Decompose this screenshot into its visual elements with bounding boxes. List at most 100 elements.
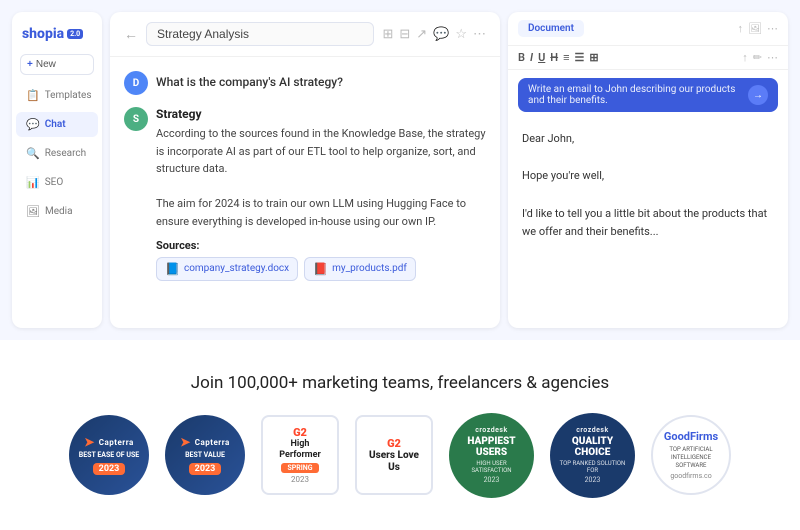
answer-title: Strategy	[156, 107, 486, 121]
bottom-section: Join 100,000+ marketing teams, freelance…	[0, 340, 800, 530]
badge-goodfirms: GoodFirms TOP ARTIFICIAL INTELLIGENCE SO…	[651, 415, 731, 495]
join-text: Join 100,000+ marketing teams, freelance…	[191, 373, 609, 393]
sidebar-label-templates: Templates	[45, 90, 92, 101]
logo-badge: 2.0	[67, 29, 83, 39]
chat-messages: D What is the company's AI strategy? S S…	[110, 57, 500, 328]
list-button-2[interactable]: ⊞	[589, 51, 598, 64]
chat-icon: 💬	[26, 118, 40, 131]
quality-year: 2023	[585, 476, 601, 484]
capterra-year-2: 2023	[189, 463, 222, 475]
quality-title: QUALITY CHOICE	[558, 436, 627, 458]
badge-g2-performer: G2 High Performer SPRING 2023	[261, 415, 339, 495]
answer-body: According to the sources found in the Kn…	[156, 125, 486, 231]
document-panel: Document ↑ 🖼 ⋯ B I U H ≡ ☰ ⊞	[508, 12, 788, 328]
users-love-title: Users Love Us	[363, 450, 425, 474]
ai-prompt-text: Write an email to John describing our pr…	[528, 84, 740, 106]
sidebar-item-templates[interactable]: 📋 Templates	[16, 83, 98, 108]
happiest-title: HAPPIEST USERS	[457, 436, 526, 458]
g2-title: High Performer	[269, 439, 331, 461]
list-button[interactable]: ☰	[575, 51, 585, 64]
badge-capterra-value: ➤ Capterra BEST VALUE 2023	[165, 415, 245, 495]
source-label-products: my_products.pdf	[332, 263, 407, 274]
new-label: New	[36, 59, 56, 70]
chat-title-input[interactable]	[146, 22, 374, 46]
new-button[interactable]: + New	[20, 54, 94, 75]
document-content: Dear John, Hope you're well, I'd like to…	[508, 120, 788, 328]
italic-button[interactable]: I	[530, 51, 533, 64]
upload-icon[interactable]: ↑	[738, 22, 744, 35]
research-icon: 🔍	[26, 147, 40, 160]
doc-header-icons: ↑ 🖼 ⋯	[738, 22, 778, 35]
chat-header-actions: ⊞ ⊟ ↗ 💬 ☆ ⋯	[382, 27, 486, 42]
happiest-year: 2023	[484, 476, 500, 484]
g2-logo-1: G2	[293, 426, 307, 439]
app-logo: shopia 2.0	[12, 22, 102, 50]
capterra-logo-1: ➤ Capterra	[84, 435, 134, 449]
happiest-brand: crozdesk	[475, 426, 508, 434]
comment-icon[interactable]: 💬	[433, 27, 449, 42]
share-doc-icon[interactable]: ↑	[742, 51, 748, 64]
ai-message-content: Strategy According to the sources found …	[156, 107, 486, 281]
plus-icon: +	[27, 59, 33, 70]
doc-line-1: Dear John,	[522, 130, 774, 149]
happiest-subtitle: HIGH USER SATISFACTION	[457, 460, 526, 474]
sidebar-item-seo[interactable]: 📊 SEO	[16, 170, 98, 195]
grid-icon[interactable]: ⊞	[382, 27, 393, 42]
ai-send-button[interactable]: →	[748, 85, 768, 105]
sidebar-label-media: Media	[45, 206, 73, 217]
capterra-brand-1: Capterra	[99, 438, 134, 447]
user-message: D What is the company's AI strategy?	[124, 71, 486, 95]
badge-quality-choice: crozdesk QUALITY CHOICE TOP RANKED SOLUT…	[550, 413, 635, 498]
badge-users-love: G2 Users Love Us	[355, 415, 433, 495]
toolbar-actions: ↑ ✏ ⋯	[742, 51, 778, 64]
toolbar-formatting: B I U H ≡ ☰ ⊞	[518, 51, 599, 64]
ai-avatar: S	[124, 107, 148, 131]
edit-icon[interactable]: ✏	[753, 51, 762, 64]
sidebar-item-media[interactable]: 🖼 Media	[16, 199, 98, 224]
document-tab[interactable]: Document	[518, 20, 584, 37]
g2-logo-2: G2	[387, 437, 401, 450]
chat-panel: ← ⊞ ⊟ ↗ 💬 ☆ ⋯ D What is the company's AI…	[110, 12, 500, 328]
source-chip-products[interactable]: 📕 my_products.pdf	[304, 257, 416, 281]
doc-line-2: Hope you're well,	[522, 167, 774, 186]
sources-label: Sources:	[156, 239, 486, 252]
source-chip-strategy[interactable]: 📘 company_strategy.docx	[156, 257, 298, 281]
media-icon: 🖼	[26, 205, 40, 218]
goodfirms-label: TOP ARTIFICIAL INTELLIGENCE SOFTWARE	[661, 446, 721, 469]
capterra-arrow-icon-2: ➤	[180, 435, 191, 449]
share-icon[interactable]: ↗	[416, 27, 427, 42]
layout-icon[interactable]: ⊟	[399, 27, 410, 42]
back-button[interactable]: ←	[124, 26, 138, 43]
chat-header: ← ⊞ ⊟ ↗ 💬 ☆ ⋯	[110, 12, 500, 57]
goodfirms-logo: GoodFirms	[664, 430, 718, 443]
main-content: ← ⊞ ⊟ ↗ 💬 ☆ ⋯ D What is the company's AI…	[110, 12, 788, 328]
ai-prompt-bar: Write an email to John describing our pr…	[518, 78, 778, 112]
capterra-year-1: 2023	[93, 463, 126, 475]
logo-text: shopia	[22, 26, 64, 42]
align-left-button[interactable]: ≡	[563, 51, 569, 64]
sidebar-label-chat: Chat	[45, 119, 66, 130]
source-label-strategy: company_strategy.docx	[184, 263, 289, 274]
badge-capterra-ease: ➤ Capterra BEST EASE OF USE 2023	[69, 415, 149, 495]
sidebar-item-chat[interactable]: 💬 Chat	[16, 112, 98, 137]
badge-happiest-users: crozdesk HAPPIEST USERS HIGH USER SATISF…	[449, 413, 534, 498]
sidebar-item-research[interactable]: 🔍 Research	[16, 141, 98, 166]
pdf-doc-icon: 📕	[313, 262, 328, 276]
toolbar-more-icon[interactable]: ⋯	[767, 51, 778, 64]
image-icon[interactable]: 🖼	[748, 22, 762, 35]
doc-more-icon[interactable]: ⋯	[767, 22, 778, 35]
star-icon[interactable]: ☆	[455, 27, 467, 42]
sidebar-label-research: Research	[45, 148, 86, 159]
app-container: shopia 2.0 + New 📋 Templates 💬 Chat 🔍 Re…	[0, 0, 800, 340]
goodfirms-sub: goodfirms.co	[670, 472, 711, 480]
capterra-brand-2: Capterra	[195, 438, 230, 447]
bold-button[interactable]: B	[518, 51, 525, 64]
capterra-arrow-icon-1: ➤	[84, 435, 95, 449]
more-icon[interactable]: ⋯	[473, 27, 486, 42]
quality-brand: crozdesk	[576, 426, 609, 434]
seo-icon: 📊	[26, 176, 40, 189]
quality-subtitle: TOP RANKED SOLUTION FOR	[558, 460, 627, 474]
capterra-logo-2: ➤ Capterra	[180, 435, 230, 449]
underline-button[interactable]: U	[538, 51, 545, 64]
strikethrough-button[interactable]: H	[550, 51, 558, 64]
